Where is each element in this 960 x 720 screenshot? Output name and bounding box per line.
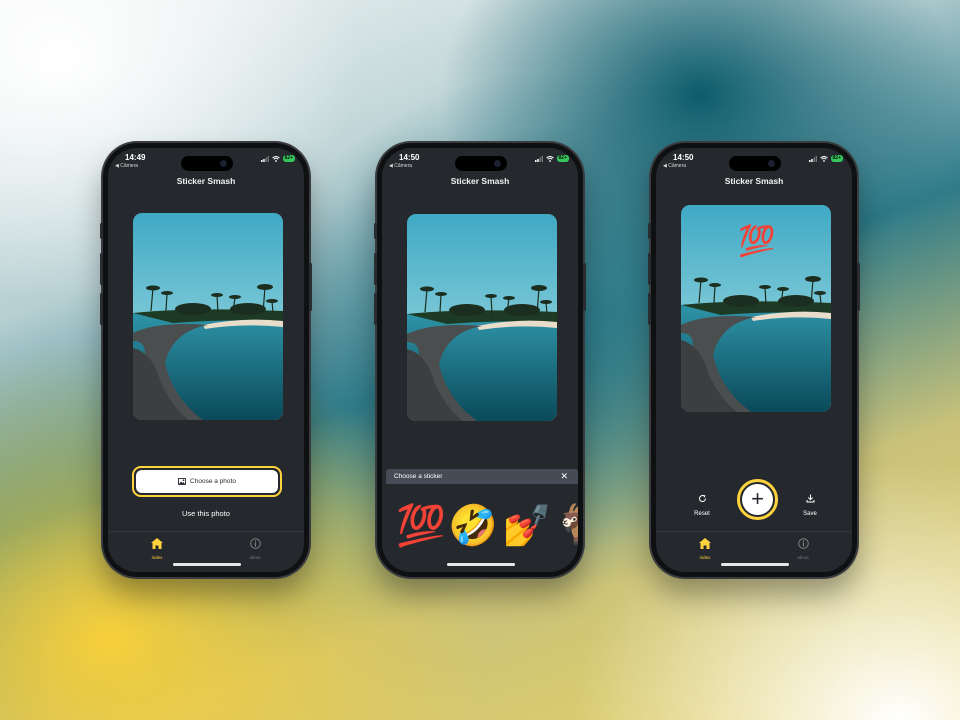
signal-icon [808, 155, 817, 162]
reset-button[interactable]: Reset [687, 490, 717, 517]
phone-choose-photo: 14:49 ◀ Câmera 82+ Sticker Smash Choose … [100, 143, 312, 577]
wifi-icon [271, 155, 280, 162]
close-icon[interactable]: ✕ [560, 471, 568, 481]
reset-label: Reset [694, 511, 710, 517]
home-indicator [447, 563, 515, 566]
save-button[interactable]: Save [795, 490, 825, 517]
status-time: 14:50 [673, 153, 694, 162]
sticker-rofl[interactable]: 🤣 [448, 506, 498, 546]
page-title: Sticker Smash [176, 176, 236, 186]
info-icon [249, 538, 261, 549]
app-screen: 14:50 ◀ Câmera 82+ Sticker Smash [382, 148, 578, 572]
download-icon [806, 494, 814, 503]
dynamic-island [455, 156, 507, 171]
selected-photo [133, 213, 283, 420]
image-icon [178, 478, 186, 485]
app-screen: 14:50 ◀ Câmera 82+ Sticker Smash [656, 148, 852, 572]
status-icons: 82+ [260, 155, 295, 162]
choose-photo-button-face[interactable]: Choose a photo [136, 470, 278, 493]
tab-about-label: about [249, 555, 261, 560]
info-icon [797, 538, 809, 549]
sticker-goat[interactable]: 🐐 [554, 506, 578, 546]
sticker-picker-header: Choose a sticker ✕ [386, 469, 578, 484]
back-to-camera-link[interactable]: ◀ Câmera [389, 163, 412, 169]
sticker-list: 💯 🤣 💅 🐐 [382, 484, 578, 572]
placed-sticker[interactable]: 💯 [738, 226, 775, 258]
status-icons: 82+ [534, 155, 569, 162]
back-to-camera-link[interactable]: ◀ Câmera [663, 163, 686, 169]
page-title: Sticker Smash [450, 176, 510, 186]
tab-index[interactable]: index [685, 536, 725, 560]
tab-index[interactable]: index [137, 536, 177, 560]
sticker-hundred[interactable]: 💯 [396, 506, 446, 546]
phone-sticker-picker: 14:50 ◀ Câmera 82+ Sticker Smash Choose … [374, 143, 586, 577]
tab-about-label: about [797, 555, 809, 560]
phone-sticker-edit: 14:50 ◀ Câmera 82+ Sticker Smash 💯 Reset… [648, 143, 860, 577]
selected-photo [407, 214, 557, 421]
tab-index-label: index [699, 555, 711, 560]
app-screen: 14:49 ◀ Câmera 82+ Sticker Smash Choose … [108, 148, 304, 572]
tab-index-label: index [151, 555, 163, 560]
home-icon [151, 538, 163, 549]
status-icons: 82+ [808, 155, 843, 162]
tab-about[interactable]: about [235, 536, 275, 560]
sticker-nail-polish[interactable]: 💅 [502, 506, 552, 546]
dynamic-island [181, 156, 233, 171]
status-time: 14:49 [125, 153, 146, 162]
signal-icon [260, 155, 269, 162]
status-time: 14:50 [399, 153, 420, 162]
dynamic-island [729, 156, 781, 171]
battery-badge: 82+ [556, 155, 569, 162]
back-to-camera-link[interactable]: ◀ Câmera [115, 163, 138, 169]
home-icon [699, 538, 711, 549]
add-sticker-button[interactable]: + [737, 479, 778, 520]
home-indicator [721, 563, 789, 566]
use-this-photo-button[interactable]: Use this photo [108, 509, 304, 518]
tab-about[interactable]: about [783, 536, 823, 560]
sticker-picker-title: Choose a sticker [394, 473, 443, 480]
save-label: Save [803, 511, 817, 517]
wifi-icon [545, 155, 554, 162]
signal-icon [534, 155, 543, 162]
home-indicator [173, 563, 241, 566]
choose-photo-label: Choose a photo [190, 478, 236, 485]
add-icon: + [742, 484, 773, 515]
refresh-icon [698, 494, 706, 502]
page-title: Sticker Smash [724, 176, 784, 186]
battery-badge: 82+ [830, 155, 843, 162]
wifi-icon [819, 155, 828, 162]
battery-badge: 82+ [282, 155, 295, 162]
choose-photo-button[interactable]: Choose a photo [132, 466, 282, 497]
